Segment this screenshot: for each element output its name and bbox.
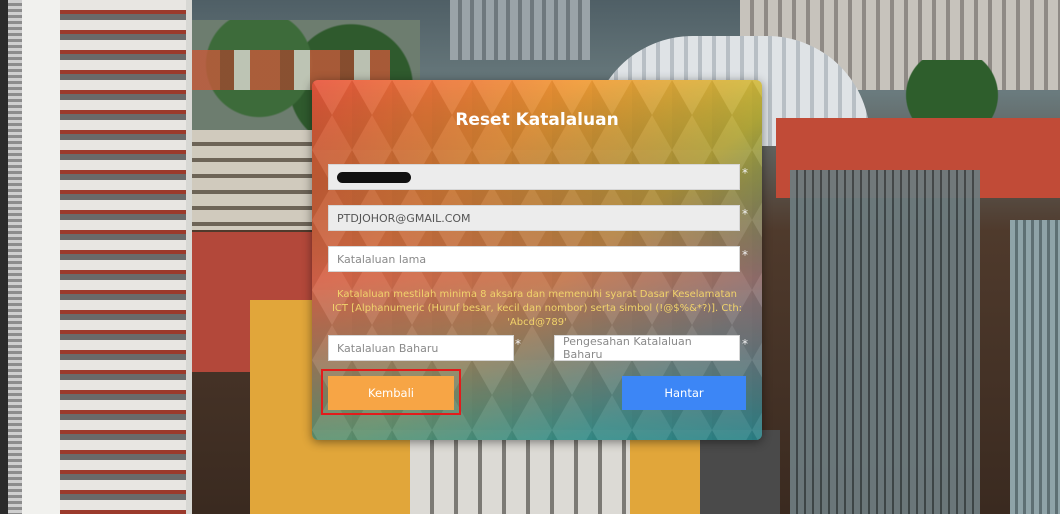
required-asterisk-icon: * <box>742 207 748 221</box>
email-value: PTDJOHOR@GMAIL.COM <box>337 211 471 225</box>
new-password-field[interactable]: Katalaluan Baharu <box>328 335 514 361</box>
username-field[interactable] <box>328 164 740 190</box>
required-asterisk-icon: * <box>515 337 521 351</box>
old-password-placeholder: Katalaluan lama <box>337 252 427 266</box>
reset-password-card: Reset Katalaluan * PTDJOHOR@GMAIL.COM * … <box>312 80 762 440</box>
back-button[interactable]: Kembali <box>328 376 454 410</box>
confirm-password-placeholder: Pengesahan Katalaluan Baharu <box>563 335 692 361</box>
page-title: Reset Katalaluan <box>455 110 619 130</box>
redacted-username-mask <box>337 171 411 183</box>
submit-button[interactable]: Hantar <box>622 376 746 410</box>
required-asterisk-icon: * <box>742 248 748 262</box>
confirm-password-field[interactable]: Pengesahan Katalaluan Baharu <box>554 335 740 361</box>
new-password-placeholder: Katalaluan Baharu <box>337 341 439 355</box>
password-rule-notice: Katalaluan mestilah minima 8 aksara dan … <box>331 289 743 328</box>
email-field[interactable]: PTDJOHOR@GMAIL.COM <box>328 205 740 231</box>
old-password-field[interactable]: Katalaluan lama <box>328 246 740 272</box>
required-asterisk-icon: * <box>742 337 748 351</box>
required-asterisk-icon: * <box>742 166 748 180</box>
